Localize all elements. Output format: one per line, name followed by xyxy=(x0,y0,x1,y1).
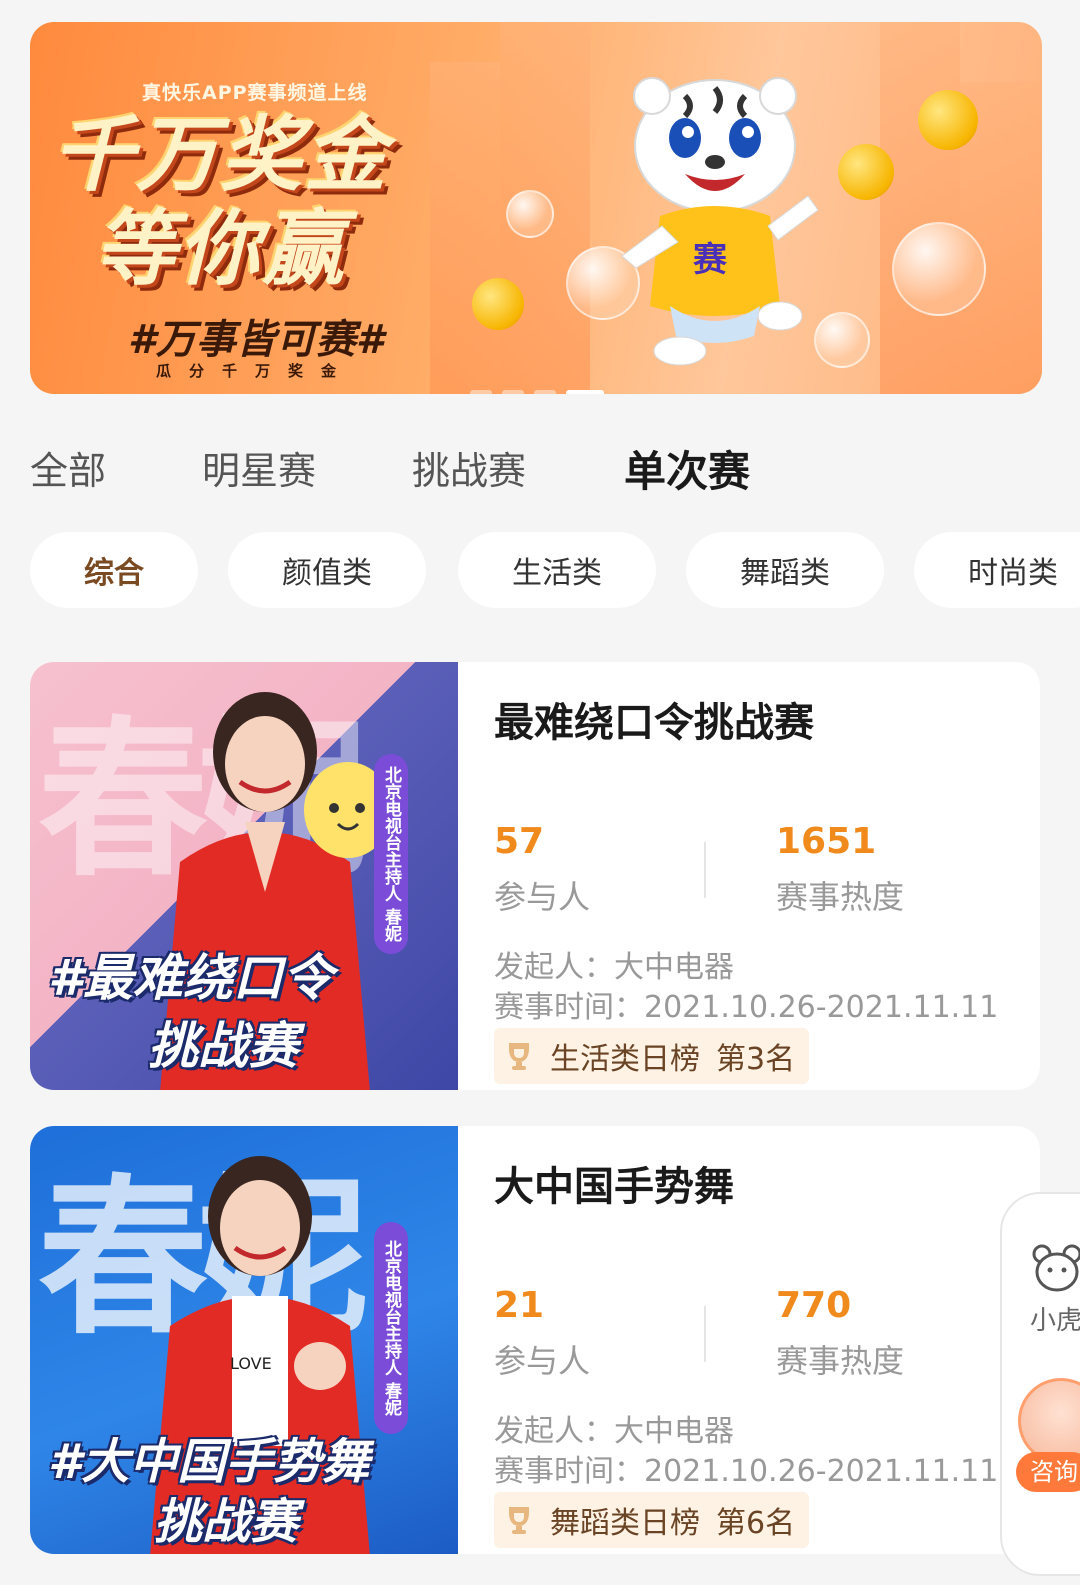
heat-label: 赛事热度 xyxy=(776,878,905,916)
pagination-dot[interactable] xyxy=(502,390,524,394)
rank-position: 第3名 xyxy=(716,1042,796,1077)
chip-looks[interactable]: 颜值类 xyxy=(228,532,426,608)
heat-label: 赛事热度 xyxy=(776,1342,905,1380)
chip-overall[interactable]: 综合 xyxy=(30,532,198,608)
rank-position: 第6名 xyxy=(716,1506,796,1541)
tab-all[interactable]: 全部 xyxy=(30,440,106,495)
rank-board: 生活类日榜 xyxy=(550,1042,700,1077)
tab-single-contest[interactable]: 单次赛 xyxy=(624,438,750,499)
contest-time: 赛事时间：2021.10.26-2021.11.11 xyxy=(494,990,999,1025)
laugh-emoji-icon xyxy=(918,90,978,150)
participants-label: 参与人 xyxy=(494,1342,591,1380)
contest-time: 赛事时间：2021.10.26-2021.11.11 xyxy=(494,1454,999,1489)
chip-dance[interactable]: 舞蹈类 xyxy=(686,532,884,608)
banner-headline-2: 等你赢 xyxy=(94,202,346,297)
promo-banner[interactable]: 真快乐APP赛事频道上线 千万奖金 等你赢 #万事皆可赛# 瓜分千万奖金 赛 xyxy=(30,22,1042,394)
cover-title-line-2: 挑战赛 xyxy=(148,1017,298,1075)
cover-title-line-1: #最难绕口令 xyxy=(48,949,333,1007)
rank-badge[interactable]: 生活类日榜 第3名 xyxy=(494,1028,810,1084)
tiger-mascot-icon: 赛 xyxy=(621,77,819,366)
banner-tagline: #万事皆可赛# xyxy=(128,317,384,363)
tab-challenge-contest[interactable]: 挑战赛 xyxy=(412,440,526,495)
coin-bubble-icon xyxy=(892,222,986,316)
contest-title: 最难绕口令挑战赛 xyxy=(494,700,814,746)
pagination-dot[interactable] xyxy=(534,390,556,394)
rank-board: 舞蹈类日榜 xyxy=(550,1506,700,1541)
stat-divider xyxy=(704,842,706,898)
participants-stat: 57 参与人 xyxy=(494,824,590,918)
consult-button[interactable]: 咨询 xyxy=(1016,1452,1080,1492)
contest-organizer: 发起人：大中电器 xyxy=(494,1414,734,1449)
floating-assistant-panel[interactable]: 小虎 咨询 xyxy=(1000,1192,1080,1576)
participants-label: 参与人 xyxy=(494,878,591,916)
participants-count: 57 xyxy=(494,821,545,862)
rank-badge[interactable]: 舞蹈类日榜 第6名 xyxy=(494,1492,810,1548)
contest-cover-image[interactable]: 春妮 北京电视台主持人 春妮 #最难绕口令 挑战赛 xyxy=(30,662,458,1090)
pagination-dot-active[interactable] xyxy=(566,390,604,394)
chip-fashion[interactable]: 时尚类 xyxy=(914,532,1080,608)
contest-card[interactable]: 春妮 北京电视台主持人 春妮 #最难绕口令 挑战赛 最难绕口令挑战赛 57 参与… xyxy=(30,662,1040,1090)
trophy-icon xyxy=(509,1043,529,1070)
category-chips: 综合 颜值类 生活类 舞蹈类 时尚类 xyxy=(30,532,1080,608)
heat-count: 1651 xyxy=(776,821,877,862)
banner-pagination xyxy=(470,390,604,394)
trophy-icon xyxy=(509,1507,529,1534)
chip-lifestyle[interactable]: 生活类 xyxy=(458,532,656,608)
banner-building xyxy=(430,62,500,394)
tiger-assistant-icon[interactable] xyxy=(1032,1244,1080,1294)
assistant-label: 小虎 xyxy=(1030,1306,1080,1336)
tab-star-contest[interactable]: 明星赛 xyxy=(202,440,316,495)
contest-card[interactable]: 春妮 LOVE 北京电视台主持人 春妮 #大中国手势舞 挑战赛 大中国手势舞 2… xyxy=(30,1126,1040,1554)
pagination-dot[interactable] xyxy=(470,390,492,394)
contest-cover-image[interactable]: 春妮 LOVE 北京电视台主持人 春妮 #大中国手势舞 挑战赛 xyxy=(30,1126,458,1554)
contest-info: 大中国手势舞 21 参与人 770 赛事热度 发起人：大中电器 赛事时间：202… xyxy=(494,1126,1040,1554)
contest-organizer: 发起人：大中电器 xyxy=(494,950,734,985)
contest-info: 最难绕口令挑战赛 57 参与人 1651 赛事热度 发起人：大中电器 赛事时间：… xyxy=(494,662,1040,1090)
heart-bubble-icon xyxy=(506,190,554,238)
stat-divider xyxy=(704,1306,706,1362)
participants-count: 21 xyxy=(494,1285,545,1326)
banner-building xyxy=(880,22,960,394)
cover-title-line-2: 挑战赛 xyxy=(154,1494,299,1550)
mascot-shirt-text: 赛 xyxy=(693,240,728,280)
participants-stat: 21 参与人 xyxy=(494,1288,590,1382)
smile-emoji-icon xyxy=(472,278,524,330)
banner-subtitle: 瓜分千万奖金 xyxy=(156,362,355,380)
host-vertical-label: 北京电视台主持人 春妮 xyxy=(374,754,408,954)
heart-eyes-emoji-icon xyxy=(838,144,894,200)
host-vertical-label: 北京电视台主持人 春妮 xyxy=(374,1222,408,1434)
heat-stat: 1651 赛事热度 xyxy=(776,824,904,918)
contest-title: 大中国手势舞 xyxy=(494,1164,734,1210)
heat-stat: 770 赛事热度 xyxy=(776,1288,904,1382)
tshirt-text: LOVE xyxy=(230,1354,272,1373)
heat-count: 770 xyxy=(776,1285,852,1326)
